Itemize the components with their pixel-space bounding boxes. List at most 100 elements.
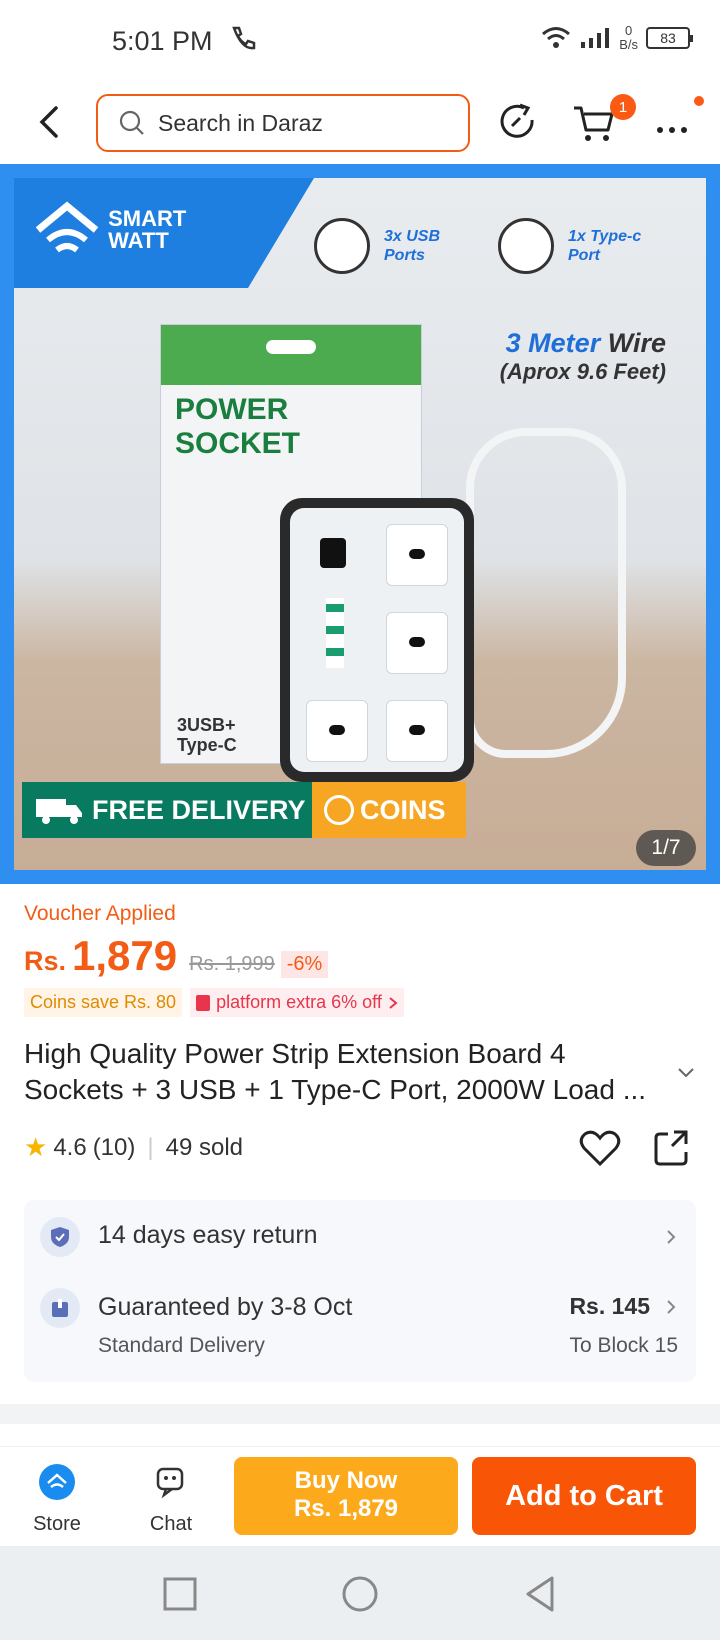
feature-typec: 1x Type-c Port: [498, 218, 658, 274]
bottom-action-bar: Store Chat Buy Now Rs. 1,879 Add to Cart: [0, 1446, 720, 1546]
socket: [386, 700, 448, 762]
feature-usb-text: 3x USB Ports: [384, 228, 441, 264]
chat-button[interactable]: Chat: [126, 1463, 216, 1536]
wifi-call-icon: [232, 26, 256, 50]
platform-offer-text: platform extra 6% off: [216, 992, 382, 1012]
wifi-icon: [542, 27, 571, 48]
back-arrow-icon[interactable]: [30, 100, 70, 144]
return-policy-row[interactable]: 14 days easy return: [24, 1200, 696, 1274]
store-button[interactable]: Store: [12, 1463, 102, 1536]
socket: [386, 524, 448, 586]
product-title[interactable]: High Quality Power Strip Extension Board…: [24, 1036, 664, 1108]
brand-logo: SMART WATT: [32, 200, 218, 260]
promo-chips: Coins save Rs. 80 platform extra 6% off: [24, 988, 404, 1017]
feature-usb: 3x USB Ports: [314, 218, 454, 274]
status-bar: 5:01 PM 0 B/s 83: [0, 0, 720, 80]
chevron-right-icon: [389, 996, 398, 1009]
search-input[interactable]: Search in Daraz: [96, 94, 470, 152]
net-speed-unit: B/s: [619, 37, 638, 52]
buy-now-label: Buy Now: [294, 1467, 398, 1494]
battery-level: 83: [660, 30, 676, 46]
coins-save-chip: Coins save Rs. 80: [24, 988, 183, 1017]
box-subtitle: 3USB+ Type-C: [177, 715, 237, 755]
service-info-card: 14 days easy return Guaranteed by 3-8 Oc…: [24, 1200, 696, 1382]
power-strip-face: [290, 508, 464, 772]
type-c-icon: [498, 218, 554, 274]
free-delivery-text: FREE DELIVERY: [92, 794, 306, 825]
status-time: 5:01 PM: [112, 26, 213, 56]
wire-accent: 3 Meter: [505, 328, 601, 358]
delivery-fee: Rs. 145: [569, 1293, 650, 1319]
coins-banner: COINS: [312, 782, 466, 838]
rating-value: 4.6: [53, 1133, 87, 1161]
coin-icon: [324, 795, 354, 825]
delivery-row[interactable]: Guaranteed by 3-8 Oct Standard Delivery …: [24, 1288, 696, 1378]
chevron-right-icon: [667, 1300, 676, 1314]
rating-row[interactable]: ★ 4.6 (10) | 49 sold: [24, 1132, 243, 1163]
section-divider: [0, 1404, 720, 1424]
signal-icon: [581, 28, 610, 48]
cart-count-badge: 1: [610, 94, 636, 120]
store-label: Store: [33, 1513, 81, 1535]
coins-text: COINS: [360, 794, 446, 825]
system-nav-bar: [0, 1546, 720, 1640]
status-right: 0 B/s 83: [541, 24, 693, 52]
voucher-icon: [196, 994, 211, 1011]
more-options-icon[interactable]: [650, 100, 694, 144]
shield-icon: [40, 1217, 80, 1257]
usb-ports: [326, 598, 344, 668]
network-speed: 0 B/s: [619, 24, 638, 52]
product-image-carousel[interactable]: SMART WATT 3x USB Ports 1x Type-c Port 3…: [0, 164, 720, 884]
wishlist-heart-icon[interactable]: [578, 1126, 622, 1170]
net-speed-value: 0: [624, 23, 633, 38]
delivery-date: Guaranteed by 3-8 Oct: [98, 1293, 353, 1321]
top-header: Search in Daraz 1: [0, 86, 720, 158]
image-counter: 1/7: [636, 830, 696, 866]
back-triangle-icon[interactable]: [520, 1574, 560, 1614]
sold-count: 49 sold: [165, 1133, 243, 1161]
wire-length-text: 3 Meter Wire (Aprox 9.6 Feet): [500, 328, 666, 385]
add-to-cart-button[interactable]: Add to Cart: [472, 1457, 696, 1535]
brand-name: SMART WATT: [108, 206, 187, 253]
feature-typec-text: 1x Type-c Port: [568, 228, 642, 264]
power-strip: [280, 498, 474, 782]
chevron-down-icon[interactable]: [676, 1062, 696, 1082]
rating-count: (10): [92, 1133, 136, 1161]
old-price: Rs. 1,999: [189, 953, 275, 975]
home-circle-icon[interactable]: [340, 1574, 380, 1614]
wire-sub: (Aprox 9.6 Feet): [499, 359, 666, 384]
buy-now-price: Rs. 1,879: [293, 1495, 399, 1522]
search-icon: [119, 110, 144, 135]
notification-dot: [694, 96, 704, 106]
refresh-share-icon[interactable]: [496, 100, 540, 144]
product-image: SMART WATT 3x USB Ports 1x Type-c Port 3…: [14, 178, 706, 870]
add-to-cart-label: Add to Cart: [505, 1479, 663, 1512]
delivery-truck-icon: [36, 799, 82, 824]
price-currency: Rs.: [24, 946, 67, 976]
share-icon[interactable]: [652, 1126, 694, 1168]
power-switch: [320, 538, 346, 568]
chat-label: Chat: [149, 1513, 193, 1535]
battery-icon: 83: [646, 27, 693, 49]
search-placeholder: Search in Daraz: [158, 109, 323, 136]
wire-main: Wire: [607, 328, 666, 358]
return-policy-text: 14 days easy return: [98, 1221, 318, 1249]
chevron-right-icon: [667, 1230, 676, 1244]
delivery-type: Standard Delivery: [98, 1334, 265, 1357]
store-icon: [39, 1464, 75, 1500]
delivery-box-icon: [40, 1288, 80, 1328]
socket: [306, 700, 368, 762]
discount-badge: -6%: [280, 951, 329, 978]
recents-square-icon[interactable]: [160, 1574, 200, 1614]
box-title: POWER SOCKET: [175, 393, 301, 460]
box-top: [161, 325, 421, 385]
platform-offer-chip[interactable]: platform extra 6% off: [190, 988, 404, 1017]
star-icon: ★: [24, 1132, 48, 1162]
free-delivery-banner: FREE DELIVERY: [22, 782, 312, 838]
usb-icon: [314, 218, 370, 274]
voucher-label: Voucher Applied: [24, 902, 176, 925]
power-cable: [466, 428, 626, 758]
chat-icon: [156, 1467, 184, 1499]
price-amount: 1,879: [72, 932, 178, 979]
buy-now-button[interactable]: Buy Now Rs. 1,879: [234, 1457, 458, 1535]
